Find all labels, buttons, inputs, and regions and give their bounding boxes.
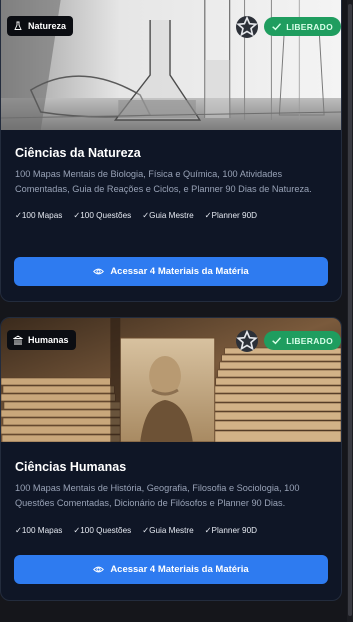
chip-planner: ✓Planner 90D	[204, 211, 258, 220]
eye-icon	[93, 564, 105, 575]
card-image-lab-glassware: Natureza LIBERADO	[1, 0, 341, 130]
access-materials-label: Acessar 4 Materiais da Matéria	[110, 266, 249, 277]
star-icon	[236, 16, 258, 37]
chip-questoes: ✓100 Questões	[73, 211, 132, 220]
check-icon	[272, 337, 282, 345]
material-chips: ✓100 Mapas ✓100 Questões ✓Guia Mestre ✓P…	[15, 208, 327, 222]
access-materials-button[interactable]: Acessar 4 Materiais da Matéria	[14, 555, 328, 584]
card-description: 100 Mapas Mentais de História, Geografia…	[15, 483, 300, 508]
chip-mapas: ✓100 Mapas	[15, 211, 63, 220]
card-image-archive-photo: Humanas LIBERADO	[1, 318, 341, 442]
chip-mapas: ✓100 Mapas	[15, 526, 63, 535]
subject-tag: Natureza	[7, 16, 74, 36]
status-badge-label: LIBERADO	[286, 21, 333, 32]
chip-guia: ✓Guia Mestre	[142, 211, 194, 220]
subject-tag: Humanas	[7, 330, 76, 350]
access-materials-button[interactable]: Acessar 4 Materiais da Matéria	[14, 257, 328, 286]
card-description: 100 Mapas Mentais de Biologia, Física e …	[15, 169, 312, 194]
chip-planner: ✓Planner 90D	[204, 526, 258, 535]
card-title: Ciências da Natureza	[15, 146, 141, 160]
subject-tag-label: Natureza	[28, 21, 67, 31]
scrollbar[interactable]	[347, 0, 353, 622]
material-chips: ✓100 Mapas ✓100 Questões ✓Guia Mestre ✓P…	[15, 523, 327, 537]
subject-tag-label: Humanas	[28, 335, 69, 345]
status-badge: LIBERADO	[264, 331, 341, 350]
favorite-button[interactable]	[236, 330, 258, 352]
subject-card-humanas: Humanas LIBERADO Ciências Humanas 100 Ma…	[0, 317, 342, 601]
landmark-icon	[13, 335, 23, 345]
star-icon	[236, 330, 258, 351]
favorite-button[interactable]	[236, 16, 258, 38]
eye-icon	[93, 266, 105, 277]
scrollbar-thumb[interactable]	[348, 4, 352, 616]
subject-card-natureza: Natureza LIBERADO Ciências da Natureza 1…	[0, 0, 342, 302]
status-badge-label: LIBERADO	[286, 335, 333, 346]
chip-questoes: ✓100 Questões	[73, 526, 132, 535]
status-badge: LIBERADO	[264, 17, 341, 36]
access-materials-label: Acessar 4 Materiais da Matéria	[110, 564, 249, 575]
flask-icon	[13, 21, 23, 31]
chip-guia: ✓Guia Mestre	[142, 526, 194, 535]
check-icon	[272, 23, 282, 31]
card-title: Ciências Humanas	[15, 460, 127, 474]
